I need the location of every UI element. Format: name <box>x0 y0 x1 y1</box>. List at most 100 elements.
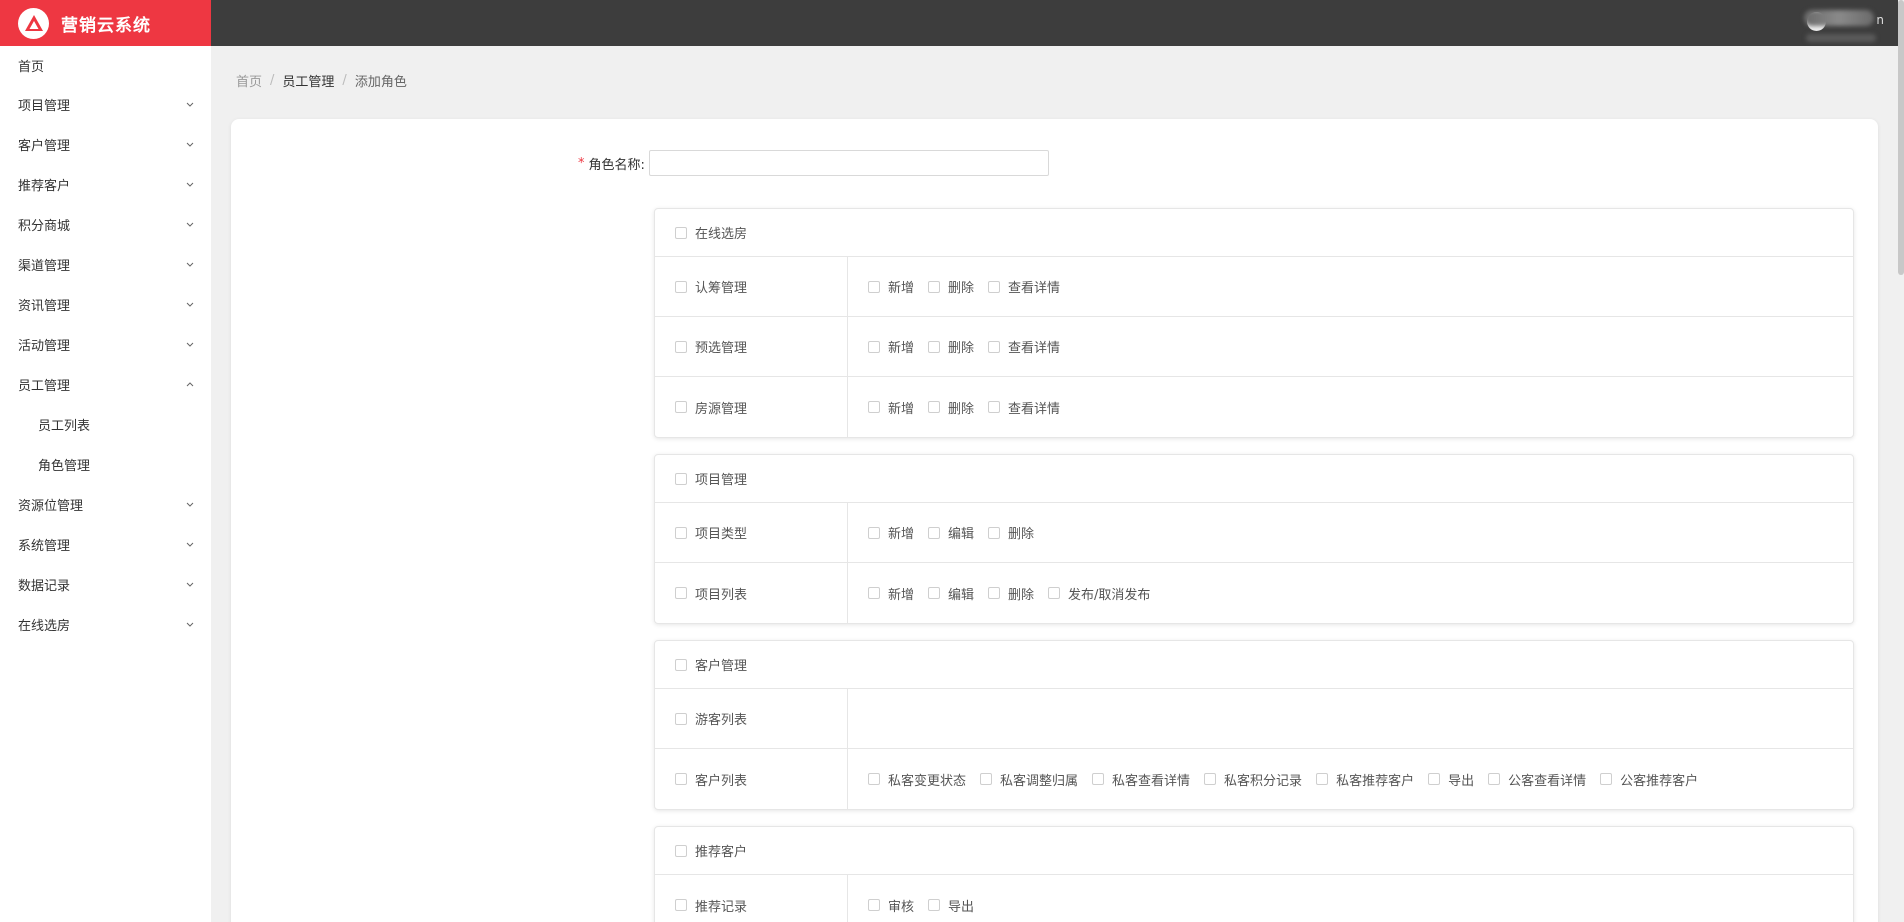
chevron-down-icon <box>185 539 195 549</box>
sidebar-item-channels[interactable]: 渠道管理 <box>0 244 211 284</box>
checkbox-box[interactable] <box>675 340 687 353</box>
sidebar-item-customers[interactable]: 客户管理 <box>0 124 211 164</box>
sidebar-item-news[interactable]: 资讯管理 <box>0 284 211 324</box>
action-checkbox[interactable]: 查看详情 <box>988 398 1060 417</box>
action-checkbox[interactable]: 删除 <box>928 398 974 417</box>
role-name-input[interactable] <box>648 150 1049 176</box>
checkbox-box[interactable] <box>988 587 1001 599</box>
checkbox-box[interactable] <box>675 226 687 239</box>
action-checkbox[interactable]: 导出 <box>1428 770 1474 789</box>
action-checkbox[interactable]: 公客查看详情 <box>1488 770 1586 789</box>
checkbox-box[interactable] <box>928 280 941 293</box>
checkbox-box[interactable] <box>868 526 880 539</box>
sidebar-item-staff[interactable]: 员工管理 <box>0 364 211 404</box>
checkbox-box[interactable] <box>868 773 880 785</box>
action-checkbox[interactable]: 删除 <box>928 337 974 356</box>
checkbox-box[interactable] <box>675 587 687 599</box>
breadcrumb-parent[interactable]: 员工管理 <box>282 71 334 90</box>
checkbox-box[interactable] <box>928 340 941 353</box>
module-checkbox[interactable]: 游客列表 <box>675 709 747 728</box>
action-checkbox[interactable]: 私客推荐客户 <box>1316 770 1414 789</box>
module-checkbox[interactable]: 预选管理 <box>675 337 747 356</box>
checkbox-box[interactable] <box>675 844 687 857</box>
checkbox-box[interactable] <box>1600 773 1613 785</box>
action-checkbox[interactable]: 新增 <box>868 337 914 356</box>
action-checkbox[interactable]: 私客查看详情 <box>1092 770 1190 789</box>
sidebar-item-activities[interactable]: 活动管理 <box>0 324 211 364</box>
checkbox-box[interactable] <box>675 280 687 293</box>
checkbox-box[interactable] <box>928 899 941 911</box>
action-checkbox[interactable]: 公客推荐客户 <box>1600 770 1698 789</box>
checkbox-box[interactable] <box>675 773 687 785</box>
group-checkbox[interactable]: 在线选房 <box>675 223 747 242</box>
sidebar-item-referrals[interactable]: 推荐客户 <box>0 164 211 204</box>
page-scrollbar[interactable] <box>1898 0 1904 922</box>
sidebar-item-data-records[interactable]: 数据记录 <box>0 564 211 604</box>
breadcrumb-home[interactable]: 首页 <box>236 71 262 90</box>
action-checkbox[interactable]: 删除 <box>928 277 974 296</box>
checkbox-box[interactable] <box>675 712 687 725</box>
action-checkbox[interactable]: 新增 <box>868 584 914 603</box>
username-blurred[interactable] <box>1804 10 1874 26</box>
checkbox-box[interactable] <box>675 899 687 911</box>
checkbox-box[interactable] <box>1488 773 1501 785</box>
sidebar-subitem-staff-list[interactable]: 员工列表 <box>0 404 211 444</box>
checkbox-box[interactable] <box>675 472 687 485</box>
action-checkbox[interactable]: 查看详情 <box>988 337 1060 356</box>
checkbox-box[interactable] <box>1204 773 1217 785</box>
sidebar-item-resources[interactable]: 资源位管理 <box>0 484 211 524</box>
action-checkbox[interactable]: 导出 <box>928 896 974 915</box>
checkbox-box[interactable] <box>868 899 880 911</box>
action-checkbox[interactable]: 新增 <box>868 398 914 417</box>
group-checkbox[interactable]: 客户管理 <box>675 655 747 674</box>
action-checkbox[interactable]: 新增 <box>868 277 914 296</box>
checkbox-box[interactable] <box>1092 773 1105 785</box>
module-checkbox[interactable]: 推荐记录 <box>675 896 747 915</box>
checkbox-box[interactable] <box>1316 773 1329 785</box>
checkbox-box[interactable] <box>988 526 1001 539</box>
action-checkbox[interactable]: 删除 <box>988 584 1034 603</box>
action-checkbox[interactable]: 私客调整归属 <box>980 770 1078 789</box>
checkbox-box[interactable] <box>868 401 880 413</box>
checkbox-box[interactable] <box>988 340 1001 353</box>
action-checkbox[interactable]: 发布/取消发布 <box>1048 584 1150 603</box>
action-label: 发布/取消发布 <box>1068 587 1151 603</box>
scrollbar-thumb[interactable] <box>1898 0 1904 275</box>
checkbox-box[interactable] <box>980 773 993 785</box>
checkbox-box[interactable] <box>928 587 941 599</box>
checkbox-box[interactable] <box>928 401 941 413</box>
action-checkbox[interactable]: 审核 <box>868 896 914 915</box>
checkbox-box[interactable] <box>868 280 880 293</box>
module-checkbox[interactable]: 客户列表 <box>675 770 747 789</box>
group-checkbox[interactable]: 项目管理 <box>675 469 747 488</box>
checkbox-box[interactable] <box>1048 587 1061 599</box>
checkbox-box[interactable] <box>928 526 941 539</box>
checkbox-box[interactable] <box>675 526 687 539</box>
group-checkbox[interactable]: 推荐客户 <box>675 841 747 860</box>
checkbox-box[interactable] <box>868 587 880 599</box>
sidebar-item-system[interactable]: 系统管理 <box>0 524 211 564</box>
logo[interactable]: 营销云系统 <box>0 0 211 46</box>
module-checkbox[interactable]: 项目列表 <box>675 584 747 603</box>
sidebar-item-home[interactable]: 首页 <box>0 46 211 84</box>
sidebar-item-points-mall[interactable]: 积分商城 <box>0 204 211 244</box>
action-checkbox[interactable]: 私客变更状态 <box>868 770 966 789</box>
action-checkbox[interactable]: 查看详情 <box>988 277 1060 296</box>
checkbox-box[interactable] <box>675 658 687 671</box>
action-checkbox[interactable]: 删除 <box>988 523 1034 542</box>
module-checkbox[interactable]: 房源管理 <box>675 398 747 417</box>
action-checkbox[interactable]: 编辑 <box>928 584 974 603</box>
action-checkbox[interactable]: 编辑 <box>928 523 974 542</box>
sidebar-item-projects[interactable]: 项目管理 <box>0 84 211 124</box>
module-checkbox[interactable]: 认筹管理 <box>675 277 747 296</box>
checkbox-box[interactable] <box>868 340 880 353</box>
checkbox-box[interactable] <box>1428 773 1441 785</box>
checkbox-box[interactable] <box>988 401 1001 413</box>
module-checkbox[interactable]: 项目类型 <box>675 523 747 542</box>
sidebar-item-online-housing[interactable]: 在线选房 <box>0 604 211 644</box>
checkbox-box[interactable] <box>675 401 687 413</box>
checkbox-box[interactable] <box>988 280 1001 293</box>
action-checkbox[interactable]: 私客积分记录 <box>1204 770 1302 789</box>
action-checkbox[interactable]: 新增 <box>868 523 914 542</box>
sidebar-subitem-role-management[interactable]: 角色管理 <box>0 444 211 484</box>
